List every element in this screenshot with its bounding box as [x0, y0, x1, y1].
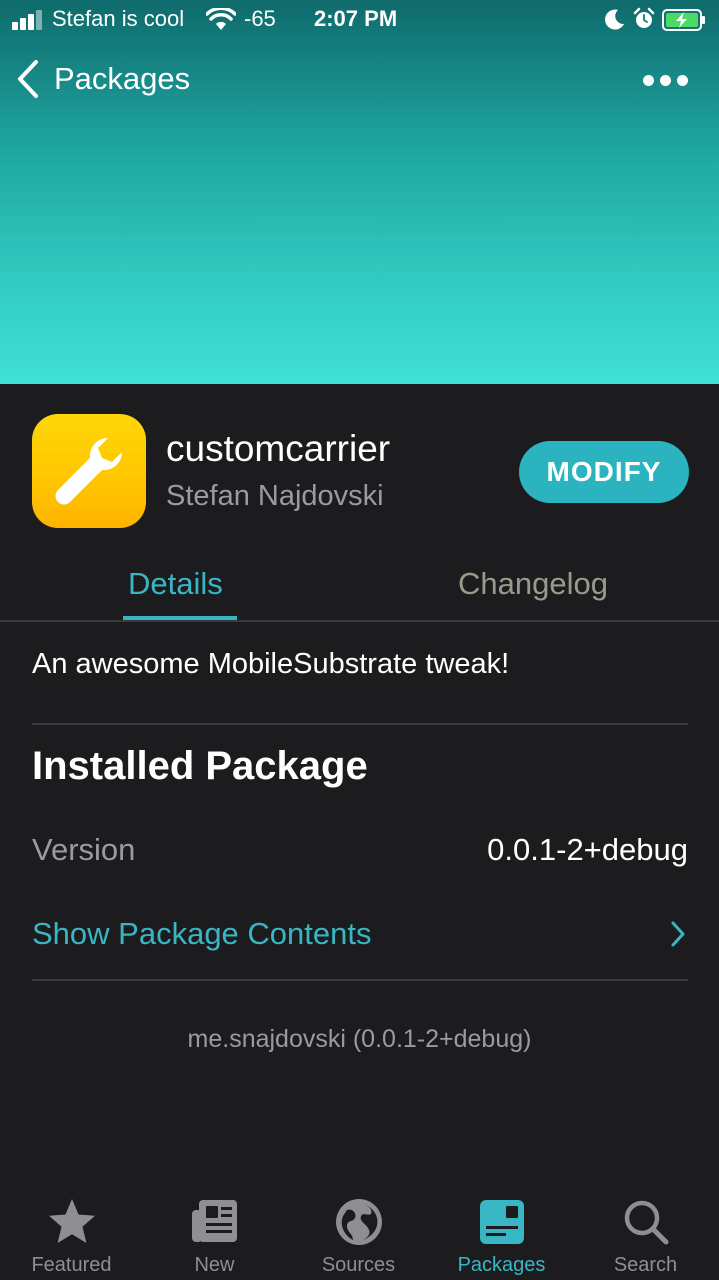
tabbar-label: Featured — [31, 1254, 112, 1276]
packages-icon — [480, 1200, 524, 1244]
divider — [32, 979, 688, 981]
search-icon — [624, 1200, 669, 1245]
chevron-left-icon — [18, 60, 38, 98]
globe-icon — [336, 1199, 382, 1245]
package-identifier: me.snajdovski (0.0.1-2+debug) — [187, 1025, 532, 1053]
more-button[interactable] — [643, 66, 689, 96]
wifi-icon — [206, 8, 236, 30]
tabbar-label: Packages — [457, 1254, 546, 1276]
back-label: Packages — [54, 61, 191, 96]
package-description: An awesome MobileSubstrate tweak! — [32, 648, 510, 680]
tabbar-item-search[interactable]: Search — [574, 1180, 717, 1280]
back-button[interactable]: Packages — [14, 58, 190, 100]
tab-changelog[interactable]: Changelog — [458, 566, 608, 602]
show-package-contents-row[interactable]: Show Package Contents — [32, 900, 688, 970]
star-icon — [49, 1199, 95, 1243]
version-label: Version — [32, 832, 136, 867]
tabbar-label: Sources — [321, 1254, 396, 1276]
tabbar-item-sources[interactable]: Sources — [287, 1180, 430, 1280]
moon-icon — [605, 9, 624, 30]
divider — [0, 620, 719, 622]
show-package-contents-label: Show Package Contents — [32, 916, 372, 951]
tabbar-item-new[interactable]: New — [143, 1180, 286, 1280]
package-icon — [32, 414, 146, 528]
status-bar: Stefan is cool -65 2:07 PM — [0, 0, 719, 40]
signal-bars-icon — [12, 10, 44, 30]
tabbar-label: New — [194, 1254, 235, 1276]
tabbar-label: Search — [613, 1254, 678, 1276]
header-banner: Stefan is cool -65 2:07 PM Packages — [0, 0, 719, 384]
status-time: 2:07 PM — [314, 6, 398, 31]
battery-charging-icon — [662, 9, 705, 31]
tabbar-item-packages[interactable]: Packages — [430, 1180, 573, 1280]
version-value: 0.0.1-2+debug — [487, 832, 688, 867]
alarm-icon — [633, 7, 655, 28]
section-title: Installed Package — [32, 744, 368, 788]
wrench-icon — [55, 437, 123, 505]
tab-bar: Featured New Sources Packages Search — [0, 1180, 719, 1280]
divider — [32, 723, 688, 725]
modify-button[interactable]: MODIFY — [519, 441, 689, 503]
carrier-name: Stefan is cool — [52, 6, 185, 31]
tab-details[interactable]: Details — [128, 566, 223, 602]
tabbar-item-featured[interactable]: Featured — [0, 1180, 143, 1280]
newspaper-icon — [192, 1200, 237, 1242]
signal-strength: -65 — [244, 6, 276, 31]
ellipsis-icon — [643, 75, 654, 86]
package-name: customcarrier — [166, 428, 391, 469]
chevron-right-icon — [671, 921, 685, 947]
package-author: Stefan Najdovski — [166, 480, 384, 512]
